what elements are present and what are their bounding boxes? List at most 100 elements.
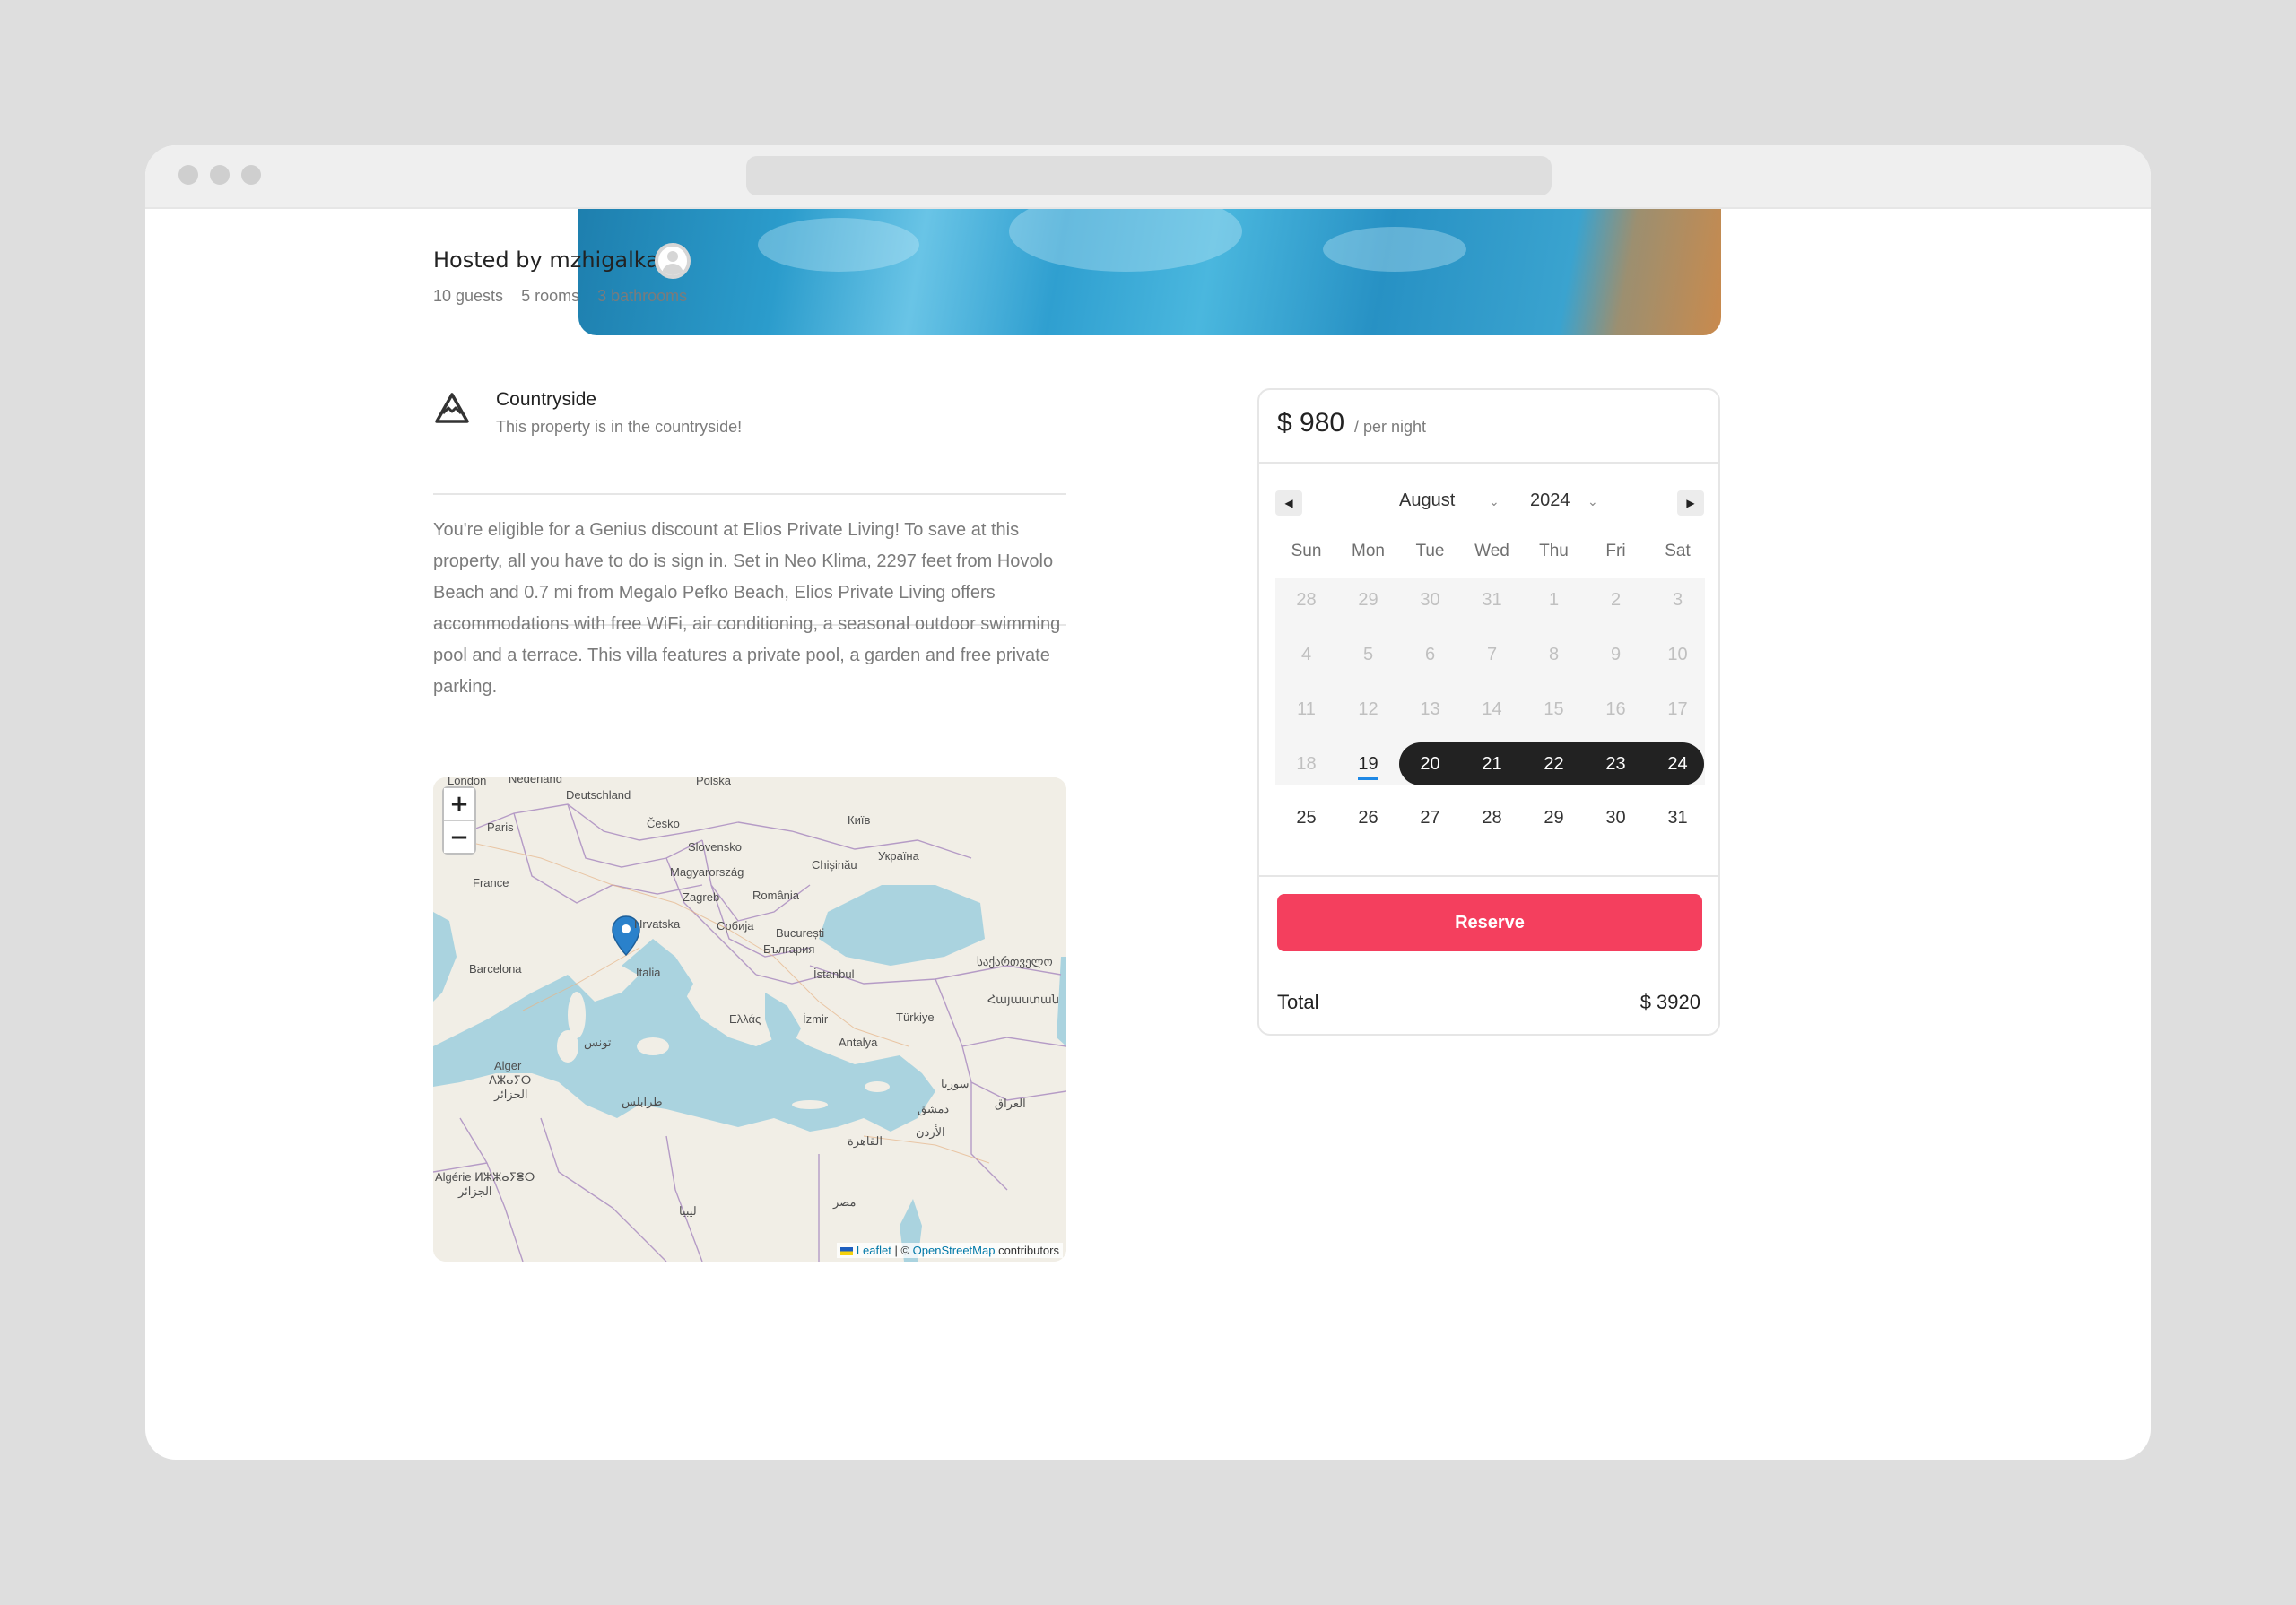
- caret-right-icon[interactable]: ▶: [1677, 490, 1704, 516]
- map-label: Chișinău: [812, 858, 857, 872]
- map-label: Україна: [878, 849, 919, 863]
- weekday-header: Tue: [1415, 542, 1445, 560]
- map-label: طرابلس: [622, 1095, 663, 1108]
- chevron-down-icon: ⌄: [1587, 494, 1598, 508]
- zoom-in-button[interactable]: +: [444, 788, 474, 820]
- calendar-day[interactable]: 20: [1399, 742, 1461, 785]
- card-divider: [1259, 462, 1718, 464]
- calendar-day[interactable]: 11: [1275, 688, 1337, 731]
- calendar-day[interactable]: 15: [1523, 688, 1585, 731]
- calendar-day[interactable]: 25: [1275, 796, 1337, 839]
- listing-description: You're eligible for a Genius discount at…: [433, 520, 1061, 697]
- category-title: Countryside: [496, 389, 597, 410]
- calendar-day[interactable]: 29: [1337, 578, 1399, 621]
- calendar-day[interactable]: 8: [1523, 633, 1585, 676]
- bathrooms-count: 3 bathrooms: [597, 287, 688, 305]
- calendar-day[interactable]: 12: [1337, 688, 1399, 731]
- map-zoom-control: + −: [442, 786, 476, 855]
- rooms-count: 5 rooms: [521, 287, 580, 305]
- map-label: Nederland: [509, 777, 562, 785]
- calendar-day[interactable]: 29: [1523, 796, 1585, 839]
- calendar-day[interactable]: 31: [1647, 796, 1709, 839]
- map-label: الجزائر: [494, 1088, 528, 1101]
- calendar-day[interactable]: 30: [1399, 578, 1461, 621]
- calendar-day[interactable]: 9: [1585, 633, 1647, 676]
- year-select[interactable]: 2024: [1530, 490, 1570, 511]
- map-label: Česko: [647, 817, 680, 830]
- map-label: Algérie ⵍⵣⵣⴰⵢⴻⵔ: [435, 1170, 535, 1184]
- map-label: Київ: [848, 813, 871, 827]
- host-title: Hosted by mzhigalka: [433, 247, 659, 273]
- map-label: Italia: [636, 966, 661, 979]
- calendar-day[interactable]: 10: [1647, 633, 1709, 676]
- zoom-out-button[interactable]: −: [444, 820, 474, 853]
- calendar-day[interactable]: 2: [1585, 578, 1647, 621]
- leaflet-link[interactable]: Leaflet: [857, 1244, 891, 1257]
- browser-window: Hosted by mzhigalka 10 guests 5 rooms 3 …: [145, 145, 2151, 1460]
- total-value: $ 3920: [1639, 991, 1700, 1013]
- map-label: تونس: [584, 1036, 612, 1049]
- map-label: Magyarország: [670, 865, 744, 879]
- leaflet-flag-icon: [840, 1247, 854, 1256]
- today-indicator: [1358, 777, 1378, 780]
- map-label: Zagreb: [683, 890, 720, 904]
- weekday-header: Mon: [1352, 542, 1385, 560]
- map-label: Paris: [487, 820, 514, 834]
- calendar-day[interactable]: 23: [1585, 742, 1647, 785]
- calendar-day[interactable]: 5: [1337, 633, 1399, 676]
- weekday-header: Thu: [1539, 542, 1569, 560]
- map-label: București: [776, 926, 825, 940]
- osm-link[interactable]: OpenStreetMap: [913, 1244, 996, 1257]
- map-label: Հայաստան: [987, 993, 1059, 1006]
- caret-left-icon[interactable]: ◀: [1275, 490, 1302, 516]
- guests-count: 10 guests: [433, 287, 504, 305]
- location-map[interactable]: London Nederland Polska Deutschland Pari…: [433, 777, 1066, 1262]
- calendar-day[interactable]: 26: [1337, 796, 1399, 839]
- calendar-day[interactable]: 28: [1461, 796, 1523, 839]
- map-label: İzmir: [803, 1012, 829, 1026]
- map-label: Alger: [494, 1059, 522, 1072]
- map-label: دمشق: [918, 1102, 950, 1115]
- calendar-day[interactable]: 24: [1647, 742, 1709, 785]
- calendar-day[interactable]: 1: [1523, 578, 1585, 621]
- calendar-day[interactable]: 31: [1461, 578, 1523, 621]
- booking-card: $ 980 / per night ◀ August ⌄ 2024 ⌄ ▶ Su…: [1257, 388, 1720, 1036]
- map-label: România: [752, 889, 800, 902]
- calendar-day[interactable]: 21: [1461, 742, 1523, 785]
- per-night-label: / per night: [1354, 418, 1427, 436]
- weekday-header: Wed: [1474, 542, 1509, 560]
- listing-stats: 10 guests 5 rooms 3 bathrooms: [433, 287, 687, 306]
- calendar-day[interactable]: 14: [1461, 688, 1523, 731]
- map-label: الجزائر: [458, 1184, 492, 1198]
- map-label: საქართველო: [977, 955, 1053, 968]
- chevron-down-icon: ⌄: [1489, 494, 1500, 508]
- map-label: Ελλάς: [729, 1012, 761, 1026]
- weekday-header: Fri: [1605, 542, 1626, 560]
- calendar-day[interactable]: 16: [1585, 688, 1647, 731]
- map-label: Antalya: [839, 1036, 878, 1049]
- calendar-day[interactable]: 27: [1399, 796, 1461, 839]
- map-label: Србија: [717, 919, 754, 933]
- reserve-button[interactable]: Reserve: [1277, 894, 1702, 951]
- calendar-day[interactable]: 17: [1647, 688, 1709, 731]
- calendar-day[interactable]: 7: [1461, 633, 1523, 676]
- map-label: القاهرة: [848, 1134, 883, 1148]
- attribution-suffix: contributors: [995, 1244, 1059, 1257]
- user-avatar-icon: [655, 243, 691, 279]
- calendar-day[interactable]: 18: [1275, 742, 1337, 785]
- calendar-day[interactable]: 13: [1399, 688, 1461, 731]
- calendar-day[interactable]: 3: [1647, 578, 1709, 621]
- attribution-separator: | ©: [891, 1244, 913, 1257]
- calendar-day[interactable]: 4: [1275, 633, 1337, 676]
- category-description: This property is in the countryside!: [496, 418, 743, 436]
- map-label: Deutschland: [566, 788, 631, 802]
- calendar-day[interactable]: 6: [1399, 633, 1461, 676]
- map-label: الأردن: [916, 1125, 945, 1139]
- map-label: France: [473, 876, 509, 889]
- map-label: България: [763, 942, 815, 956]
- calendar-day[interactable]: 28: [1275, 578, 1337, 621]
- map-label: Slovensko: [688, 840, 742, 854]
- calendar-day[interactable]: 30: [1585, 796, 1647, 839]
- month-select[interactable]: August: [1399, 490, 1455, 511]
- calendar-day[interactable]: 22: [1523, 742, 1585, 785]
